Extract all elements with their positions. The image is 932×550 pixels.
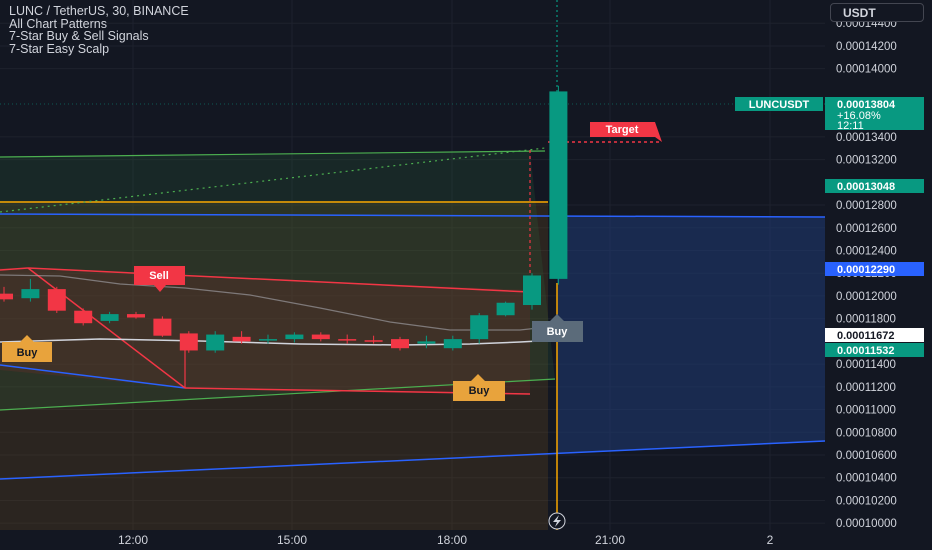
price-tick-label: 0.00010000 — [836, 518, 897, 530]
time-tick-label: 2 — [767, 533, 774, 547]
candle-down[interactable] — [364, 340, 383, 342]
price-tick-label: 0.00011800 — [836, 314, 896, 326]
price-tick-label: 0.00011400 — [836, 359, 896, 371]
candle-up[interactable] — [549, 91, 568, 279]
target-label-text: Target — [606, 124, 639, 136]
candle-up[interactable] — [100, 314, 119, 321]
green-upper-price-tag: 0.00013048 — [825, 179, 924, 193]
lightning-icon[interactable] — [548, 512, 566, 530]
time-tick-label: 15:00 — [277, 533, 307, 547]
green-upper-price-text: 0.00013048 — [837, 181, 895, 193]
candle-down[interactable] — [311, 334, 330, 340]
price-tick-label: 0.00012600 — [836, 223, 897, 235]
price-tick-label: 0.00012800 — [836, 200, 897, 212]
candle-up[interactable] — [470, 315, 489, 340]
candle-up[interactable] — [523, 275, 541, 306]
price-tick-label: 0.00014200 — [836, 41, 897, 53]
chart-legend: LUNC / TetherUS, 30, BINANCE All Chart P… — [9, 5, 189, 55]
buy-label-mid-text: Buy — [469, 385, 491, 397]
candle-down[interactable] — [338, 339, 357, 341]
candle-up[interactable] — [443, 339, 462, 349]
last-price-symbol: LUNCUSDT — [749, 99, 810, 111]
white-price-tag: 0.00011672 — [825, 328, 924, 342]
pattern-zone-red — [0, 268, 530, 395]
green-lower-price-text: 0.00011532 — [837, 345, 895, 357]
candle-down[interactable] — [153, 318, 172, 336]
candle-up[interactable] — [417, 341, 436, 344]
price-tick-label: 0.00010800 — [836, 427, 897, 439]
price-tick-label: 0.00010600 — [836, 450, 897, 462]
candle-down[interactable] — [179, 333, 198, 351]
price-tick-label: 0.00012400 — [836, 245, 897, 257]
indicator-buy-sell-signals[interactable]: 7-Star Buy & Sell Signals — [9, 30, 189, 43]
price-chart[interactable]: Target Sell Buy Buy Buy 0.000144000.0001… — [0, 0, 932, 550]
candle-down[interactable] — [47, 289, 66, 311]
price-tick-label: 0.00014000 — [836, 64, 897, 76]
white-price-text: 0.00011672 — [837, 330, 895, 342]
indicator-easy-scalp[interactable]: 7-Star Easy Scalp — [9, 42, 189, 56]
blue-price-text: 0.00012290 — [837, 264, 895, 276]
green-lower-price-tag: 0.00011532 — [825, 343, 924, 357]
projection-zone-blue — [557, 216, 825, 454]
candle-up[interactable] — [259, 339, 277, 341]
buy-label-right-text: Buy — [547, 326, 569, 338]
price-tick-label: 0.00011000 — [836, 405, 896, 417]
buy-label-left-text: Buy — [17, 347, 39, 359]
price-tick-label: 0.00011200 — [836, 382, 896, 394]
candle-up[interactable] — [21, 289, 40, 299]
time-tick-label: 12:00 — [118, 533, 148, 547]
price-tick-label: 0.00012000 — [836, 291, 897, 303]
price-tick-label: 0.00013200 — [836, 155, 897, 167]
time-tick-label: 18:00 — [437, 533, 467, 547]
candle-up[interactable] — [285, 334, 304, 340]
candle-down[interactable] — [74, 310, 93, 324]
candle-down[interactable] — [232, 336, 251, 342]
price-tick-label: 0.00010200 — [836, 495, 897, 507]
candle-down[interactable] — [0, 293, 13, 300]
candle-up[interactable] — [496, 302, 515, 316]
blue-price-tag: 0.00012290 — [825, 262, 924, 276]
time-tick-label: 21:00 — [595, 533, 625, 547]
price-tick-label: 0.00013400 — [836, 132, 897, 144]
currency-button[interactable]: USDT — [830, 3, 924, 22]
last-price-countdown: 12:11 — [837, 120, 864, 132]
candle-down[interactable] — [391, 339, 409, 349]
candle-up[interactable] — [206, 334, 225, 351]
sell-label-text: Sell — [149, 270, 169, 282]
price-tick-label: 0.00010400 — [836, 473, 897, 485]
symbol-title[interactable]: LUNC / TetherUS, 30, BINANCE — [9, 5, 189, 18]
candle-down[interactable] — [127, 314, 145, 318]
